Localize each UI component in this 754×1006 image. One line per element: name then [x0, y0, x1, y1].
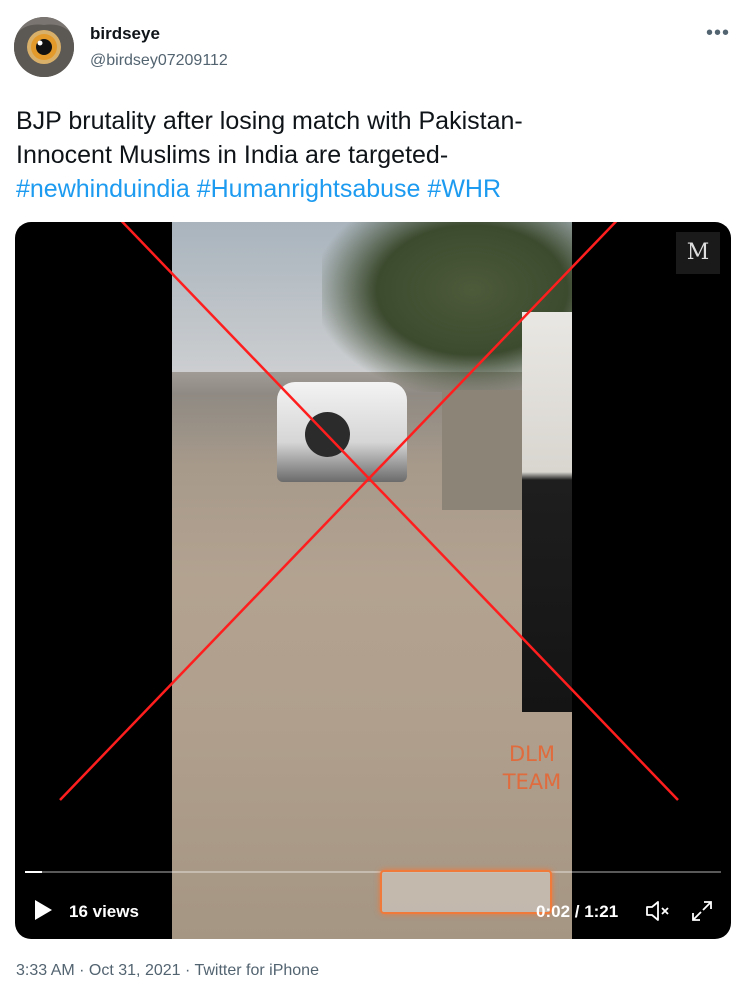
hover-tooltip — [380, 870, 552, 914]
hashtag-humanrightsabuse[interactable]: #Humanrightsabuse — [197, 175, 421, 203]
red-cross-mark — [59, 222, 679, 801]
cross-line-2 — [59, 222, 618, 801]
video-player[interactable]: M DLM TEAM 16 views 0:02 / 1:21 — [15, 222, 731, 939]
owl-avatar-icon — [14, 17, 74, 77]
tweet-text-line-1: BJP brutality after losing match with Pa… — [16, 107, 523, 135]
view-count: 16 views — [69, 902, 139, 921]
display-name[interactable]: birdseye — [90, 24, 160, 44]
more-options-icon[interactable]: ••• — [706, 22, 730, 45]
avatar[interactable] — [14, 17, 74, 77]
cross-line-1 — [120, 222, 679, 801]
tweet-text-line-2: Innocent Muslims in India are targeted- — [16, 141, 449, 169]
playback-time: 0:02 / 1:21 — [536, 902, 619, 921]
hashtag-whr[interactable]: #WHR — [427, 175, 501, 203]
progress-bar[interactable] — [25, 871, 721, 873]
tweet-metadata: 3:33 AM · Oct 31, 2021 · Twitter for iPh… — [16, 962, 319, 979]
progress-fill — [25, 871, 43, 873]
tweet: birdseye @birdsey07209112 ••• BJP brutal… — [0, 0, 754, 1006]
hashtag-line: #newhinduindia #Humanrightsabuse #WHR — [16, 172, 736, 206]
user-handle[interactable]: @birdsey07209112 — [90, 52, 228, 70]
tweet-text: BJP brutality after losing match with Pa… — [16, 104, 736, 206]
fullscreen-icon[interactable] — [690, 899, 714, 923]
volume-icon[interactable] — [644, 899, 670, 923]
hashtag-newhinduindia[interactable]: #newhinduindia — [16, 175, 190, 203]
play-icon[interactable] — [33, 899, 53, 921]
